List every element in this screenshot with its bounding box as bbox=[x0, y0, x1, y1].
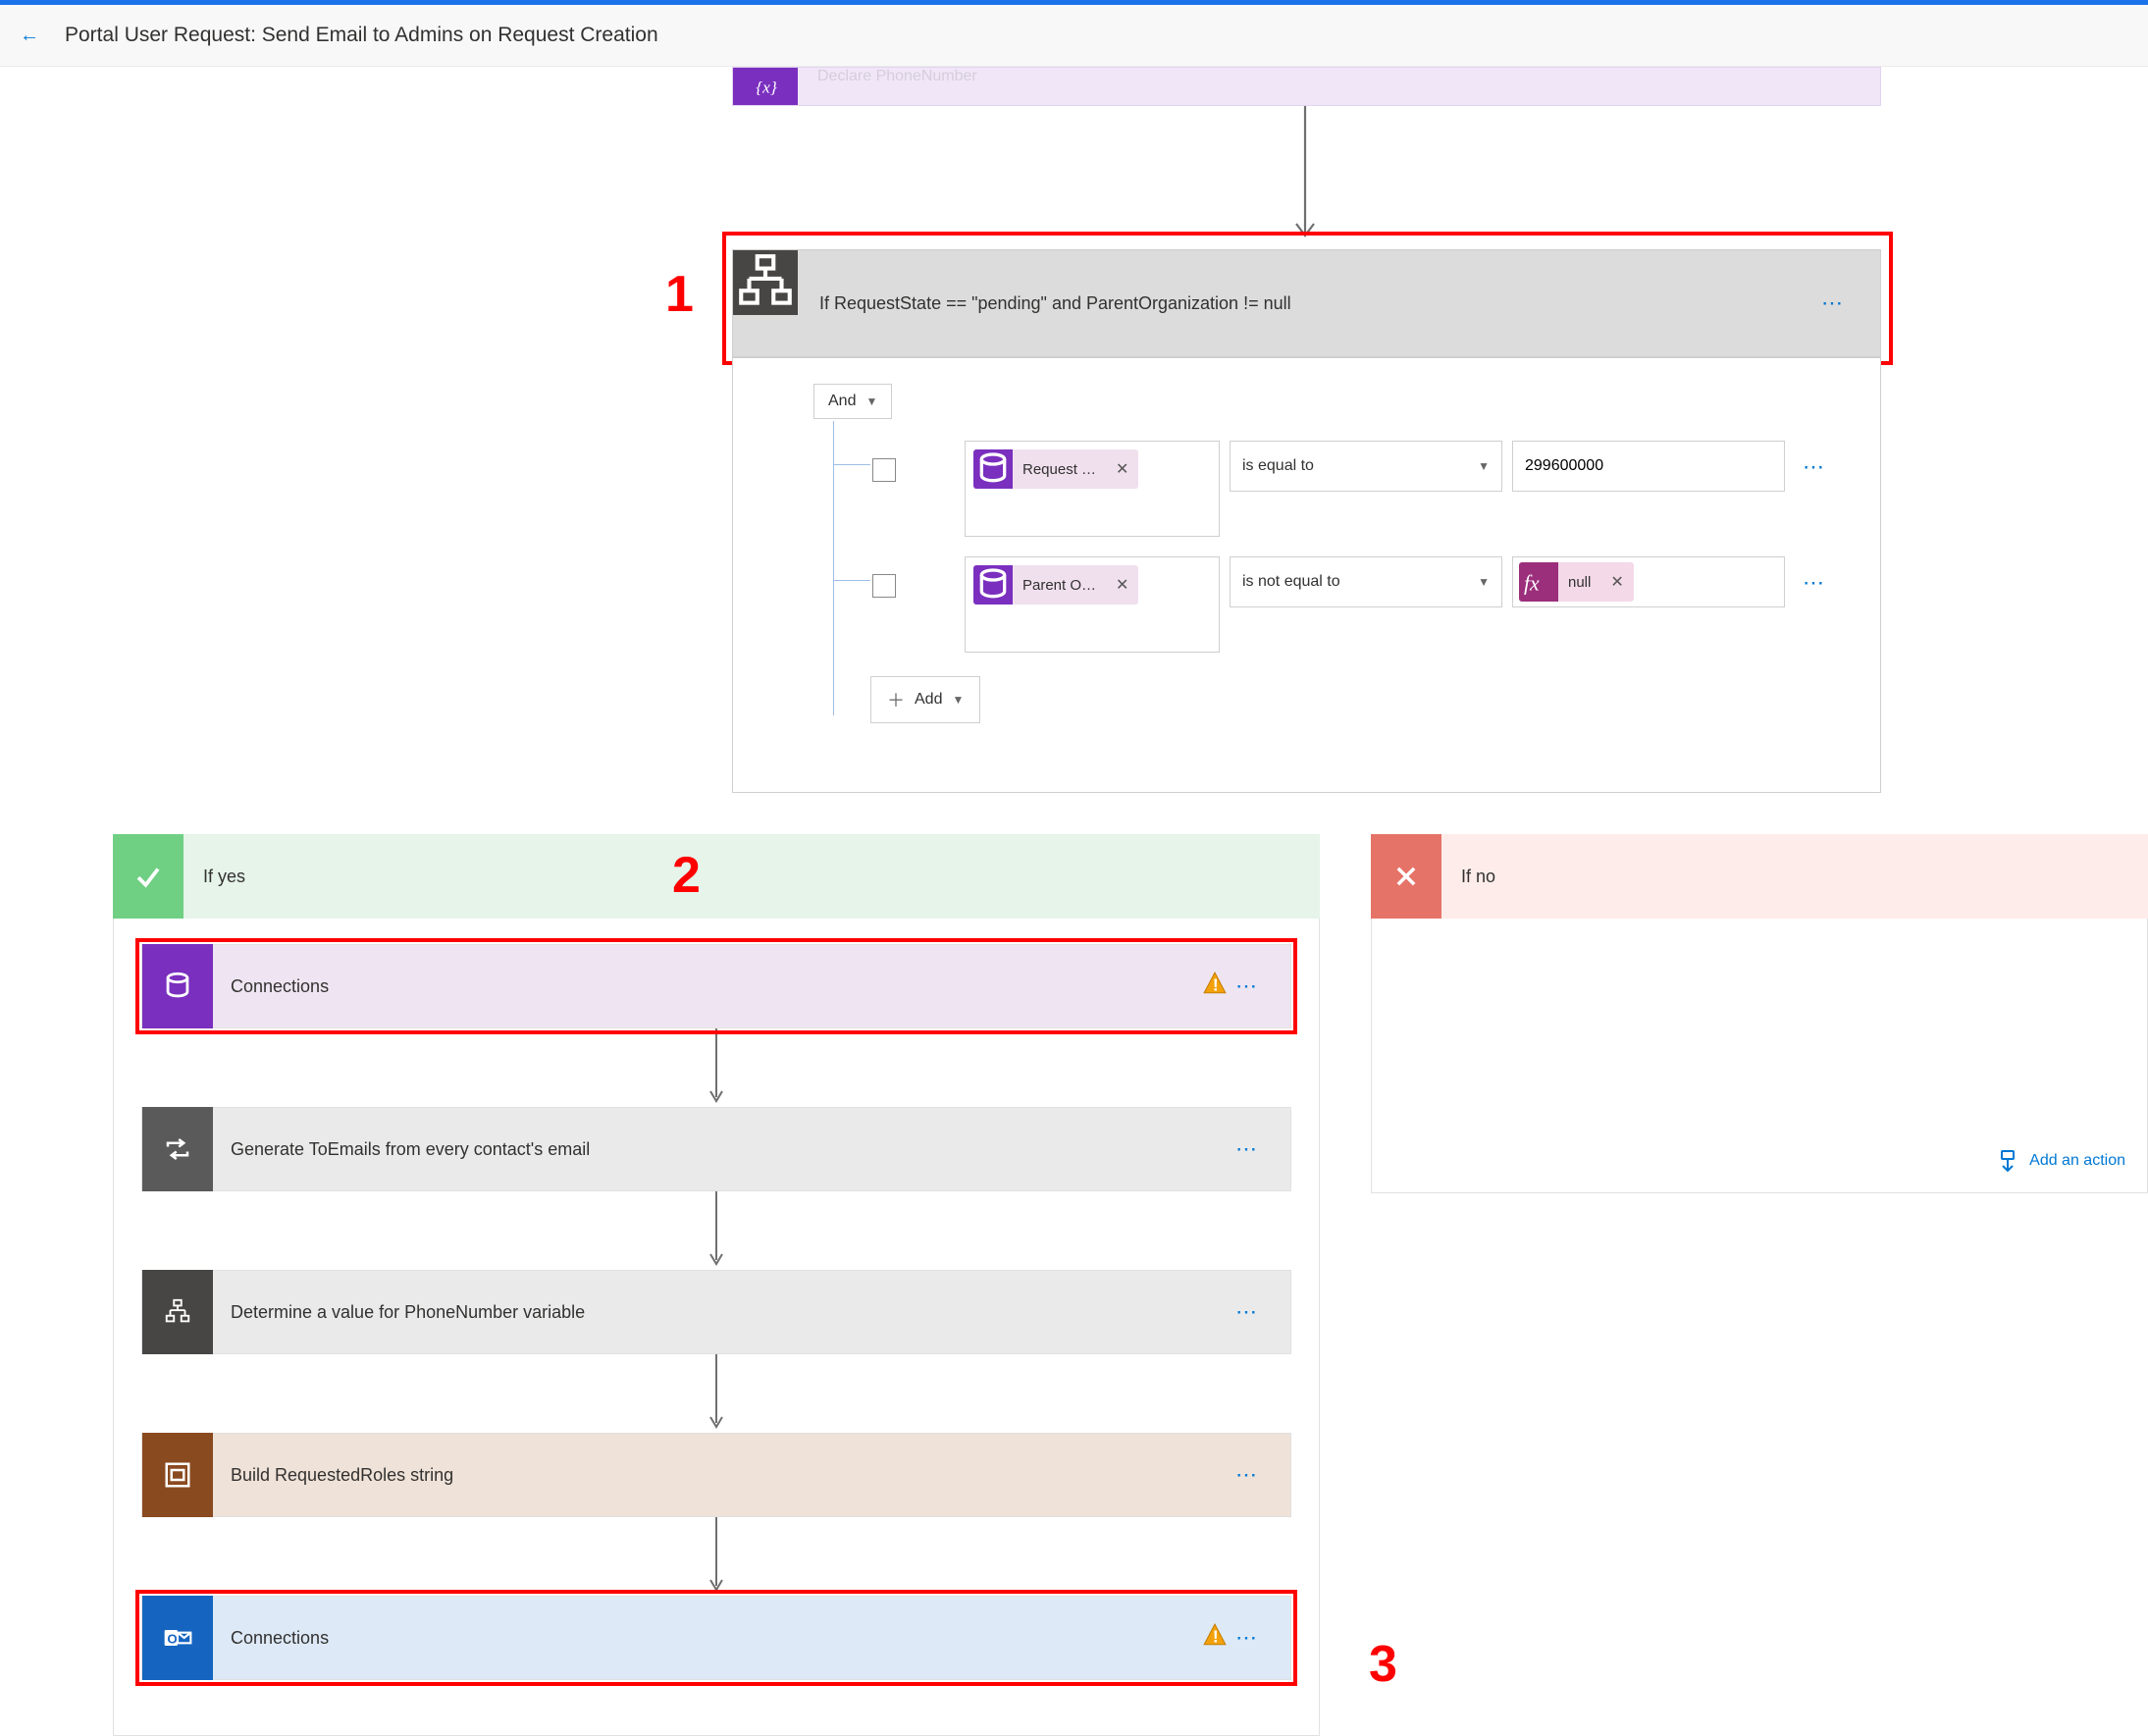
connector-arrow bbox=[141, 1354, 1291, 1433]
action-build-requestedroles[interactable]: Build RequestedRoles string ⋯ bbox=[141, 1433, 1291, 1517]
connector-arrow bbox=[1293, 106, 1317, 243]
annotation-1: 1 bbox=[665, 265, 694, 324]
outlook-icon: O bbox=[142, 1596, 213, 1680]
condition-icon bbox=[142, 1270, 213, 1354]
fx-icon: fx bbox=[1519, 562, 1558, 602]
step-more-menu[interactable]: ⋯ bbox=[1235, 1299, 1290, 1325]
svg-text:fx: fx bbox=[1524, 571, 1540, 595]
page-header: ← Portal User Request: Send Email to Adm… bbox=[0, 0, 2148, 67]
chevron-down-icon: ▼ bbox=[1478, 575, 1490, 589]
dataverse-icon bbox=[973, 565, 1013, 605]
condition-title: If RequestState == "pending" and ParentO… bbox=[798, 293, 1821, 314]
if-no-branch: If no Add an action bbox=[1371, 834, 2148, 1193]
svg-text:!: ! bbox=[1213, 975, 1219, 995]
condition-operator-dropdown[interactable]: is not equal to ▼ bbox=[1230, 556, 1502, 607]
dataverse-icon bbox=[973, 449, 1013, 489]
action-declare-phonenumber[interactable]: {x} Declare PhoneNumber bbox=[732, 67, 1881, 106]
step-more-menu[interactable]: ⋯ bbox=[1235, 1136, 1290, 1162]
connector-arrow bbox=[141, 1191, 1291, 1270]
condition-row: Request … ✕ is equal to ▼ ⋯ bbox=[813, 441, 1860, 537]
chevron-down-icon: ▼ bbox=[952, 693, 964, 707]
row-more-menu[interactable]: ⋯ bbox=[1803, 454, 1826, 480]
if-no-header[interactable]: If no bbox=[1371, 834, 2148, 919]
control-icon bbox=[142, 1433, 213, 1517]
chevron-down-icon: ▼ bbox=[1478, 459, 1490, 473]
action-connections-dataverse[interactable]: Connections ! ⋯ bbox=[141, 944, 1291, 1028]
svg-text:O: O bbox=[167, 1631, 177, 1646]
condition-left-operand[interactable]: Parent O… ✕ bbox=[965, 556, 1220, 653]
action-connections-outlook[interactable]: O Connections ! ⋯ bbox=[141, 1596, 1291, 1680]
step-more-menu[interactable]: ⋯ bbox=[1235, 1462, 1290, 1488]
token-remove-icon[interactable]: ✕ bbox=[1106, 459, 1138, 479]
add-condition-button[interactable]: ＋ Add ▼ bbox=[870, 676, 980, 723]
condition-value-input[interactable] bbox=[1512, 441, 1785, 492]
condition-card[interactable]: If RequestState == "pending" and ParentO… bbox=[732, 249, 1881, 357]
token-remove-icon[interactable]: ✕ bbox=[1600, 572, 1633, 592]
condition-left-operand[interactable]: Request … ✕ bbox=[965, 441, 1220, 537]
value-input[interactable] bbox=[1523, 456, 1774, 476]
action-determine-phonenumber[interactable]: Determine a value for PhoneNumber variab… bbox=[141, 1270, 1291, 1354]
connector-arrow bbox=[141, 1028, 1291, 1107]
add-action-icon bbox=[1996, 1149, 2019, 1173]
condition-icon bbox=[733, 250, 798, 315]
condition-editor: And ▼ Request … ✕ is bbox=[732, 357, 1881, 793]
add-action-link[interactable]: Add an action bbox=[1996, 1149, 2125, 1173]
token-remove-icon[interactable]: ✕ bbox=[1106, 575, 1138, 595]
condition-operator-dropdown[interactable]: is equal to ▼ bbox=[1230, 441, 1502, 492]
flow-title: Portal User Request: Send Email to Admin… bbox=[65, 24, 658, 47]
close-icon bbox=[1371, 834, 1441, 919]
svg-text:{x}: {x} bbox=[756, 79, 777, 97]
if-yes-header[interactable]: If yes bbox=[113, 834, 1320, 919]
variable-icon: {x} bbox=[733, 68, 798, 105]
warning-icon: ! bbox=[1202, 971, 1235, 1002]
row-select-checkbox[interactable] bbox=[872, 458, 896, 482]
annotation-2: 2 bbox=[672, 846, 701, 905]
step-more-menu[interactable]: ⋯ bbox=[1235, 1625, 1290, 1651]
flow-canvas: {x} Declare PhoneNumber If RequestState … bbox=[0, 67, 2148, 1729]
row-more-menu[interactable]: ⋯ bbox=[1803, 570, 1826, 596]
warning-icon: ! bbox=[1202, 1622, 1235, 1654]
action-generate-toemails[interactable]: Generate ToEmails from every contact's e… bbox=[141, 1107, 1291, 1191]
svg-text:!: ! bbox=[1213, 1627, 1219, 1647]
group-operator-dropdown[interactable]: And ▼ bbox=[813, 384, 892, 419]
step-more-menu[interactable]: ⋯ bbox=[1235, 973, 1290, 999]
connector-arrow bbox=[141, 1517, 1291, 1596]
chevron-down-icon: ▼ bbox=[865, 395, 877, 408]
condition-row: Parent O… ✕ is not equal to ▼ fx null ✕ bbox=[813, 556, 1860, 653]
dataverse-icon bbox=[142, 944, 213, 1028]
plus-icon: ＋ bbox=[887, 687, 905, 712]
condition-more-menu[interactable]: ⋯ bbox=[1821, 290, 1880, 316]
condition-value-input[interactable]: fx null ✕ bbox=[1512, 556, 1785, 607]
row-select-checkbox[interactable] bbox=[872, 574, 896, 598]
if-yes-branch: If yes 2 Connections ! ⋯ bbox=[113, 834, 1320, 1736]
back-arrow-icon[interactable]: ← bbox=[20, 25, 39, 47]
loop-icon bbox=[142, 1107, 213, 1191]
annotation-3: 3 bbox=[1369, 1635, 1397, 1694]
check-icon bbox=[113, 834, 183, 919]
